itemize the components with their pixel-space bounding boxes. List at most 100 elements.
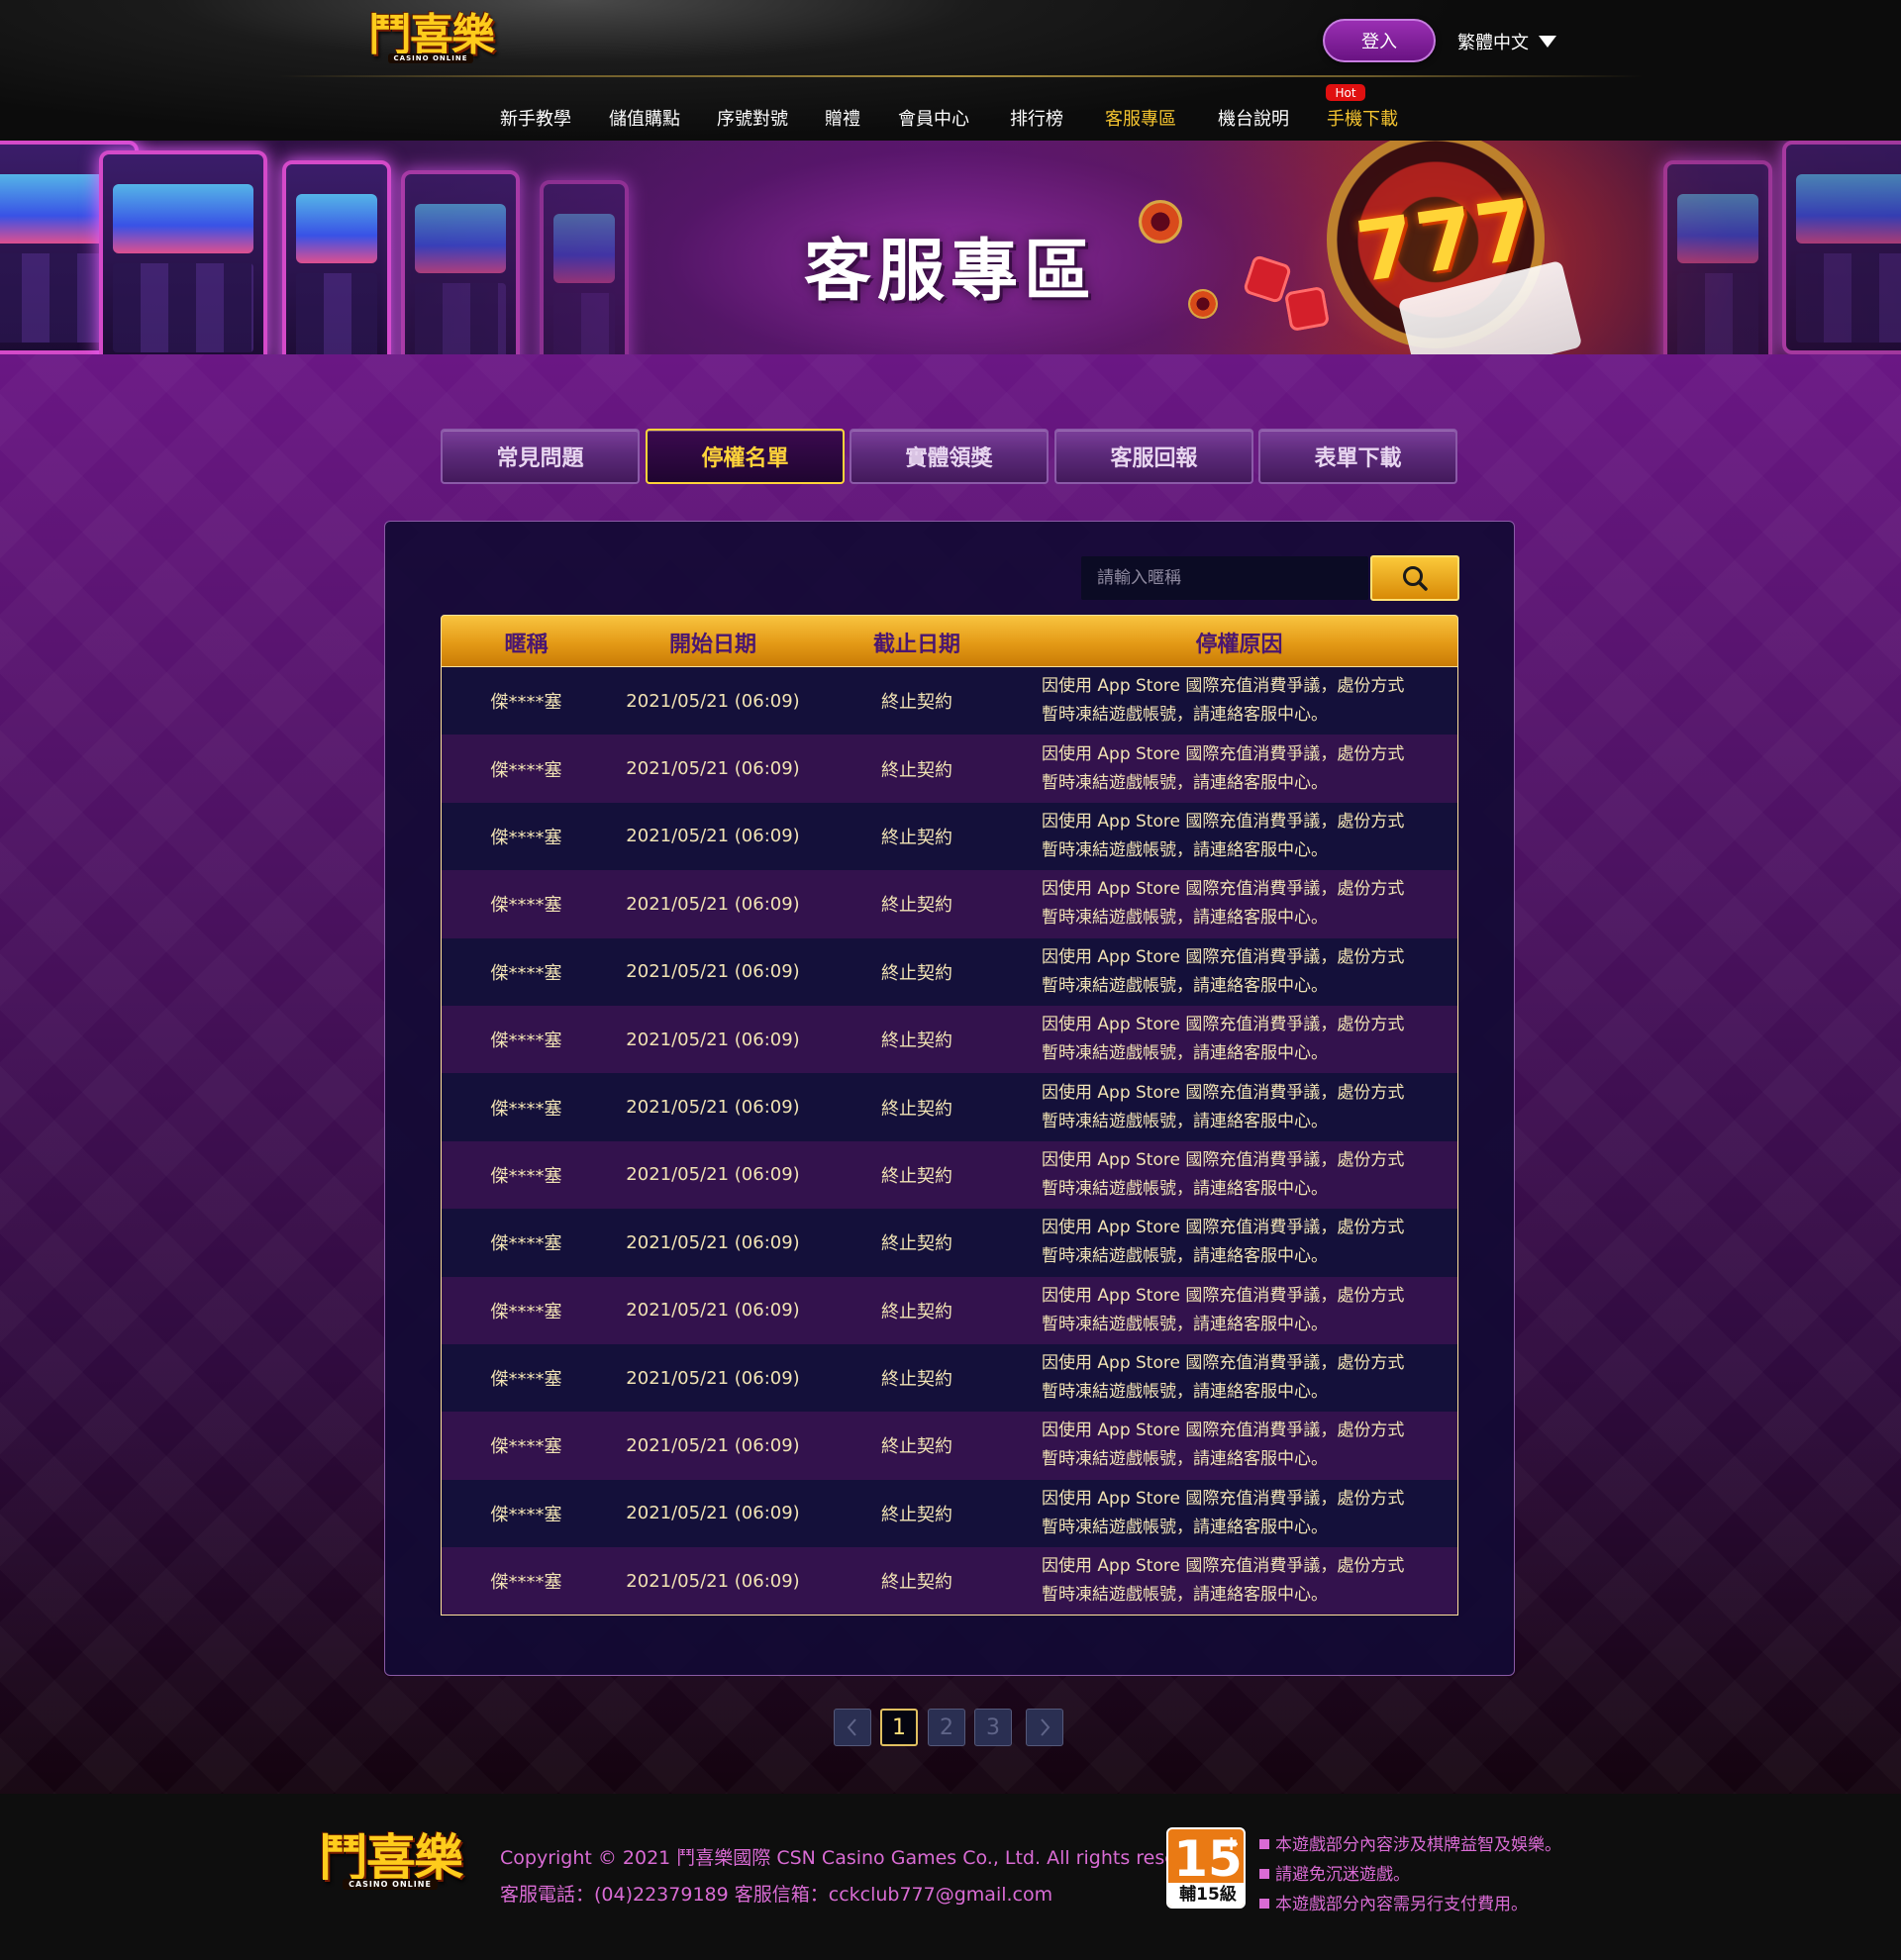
- nav-item-tutorial[interactable]: 新手教學: [500, 105, 571, 131]
- cell-start-date: 2021/05/21 (06:09): [626, 1164, 800, 1186]
- cell-end-date: 終止契約: [881, 1301, 952, 1323]
- cell-end-date: 終止契約: [881, 1165, 952, 1187]
- cell-nickname: 傑****塞: [490, 1098, 562, 1120]
- nav-item-serial[interactable]: 序號對號: [717, 105, 788, 131]
- cell-reason: 因使用 App Store 國際充值消費爭議，處份方式 暫時凍結遊戲帳號，請連絡…: [1042, 1421, 1405, 1470]
- nav-item-support[interactable]: 客服專區: [1105, 105, 1176, 131]
- previous-page-button[interactable]: [834, 1709, 871, 1746]
- column-header-reason: 停權原因: [1195, 632, 1283, 657]
- cell-nickname: 傑****塞: [490, 1436, 562, 1458]
- tab-faq[interactable]: 常見問題: [441, 429, 640, 484]
- cell-reason: 因使用 App Store 國際充值消費爭議，處份方式 暫時凍結遊戲帳號，請連絡…: [1042, 811, 1405, 860]
- column-header-end-date: 截止日期: [872, 632, 960, 657]
- cell-nickname: 傑****塞: [490, 1233, 562, 1255]
- nav-item-gift[interactable]: 贈禮: [825, 105, 860, 131]
- cell-reason: 因使用 App Store 國際充值消費爭議，處份方式 暫時凍結遊戲帳號，請連絡…: [1042, 1015, 1405, 1064]
- table-row: 傑****塞 2021/05/21 (06:09) 終止契約 因使用 App Stor…: [442, 1276, 1457, 1344]
- footer-note-text: 請避免沉迷遊戲。: [1275, 1865, 1410, 1885]
- page-title: 客服專區: [803, 233, 1097, 311]
- table-row: 傑****塞 2021/05/21 (06:09) 終止契約 因使用 App Stor…: [442, 1005, 1457, 1074]
- cell-end-date: 終止契約: [881, 962, 952, 984]
- cell-end-date: 終止契約: [881, 692, 952, 714]
- cell-start-date: 2021/05/21 (06:09): [626, 1029, 800, 1050]
- page-button-1[interactable]: 1: [880, 1709, 918, 1746]
- language-selector[interactable]: 繁體中文: [1457, 28, 1556, 55]
- search-icon: [1403, 566, 1428, 591]
- tab-support-report[interactable]: 客服回報: [1054, 429, 1253, 484]
- contact-info: 客服電話：(04)22379189 客服信箱：cckclub777@gmail.…: [500, 1884, 1053, 1906]
- cell-end-date: 終止契約: [881, 1233, 952, 1255]
- cell-reason: 因使用 App Store 國際充值消費爭議，處份方式 暫時凍結遊戲帳號，請連絡…: [1042, 1285, 1405, 1334]
- cell-end-date: 終止契約: [881, 1436, 952, 1458]
- tab-form-download[interactable]: 表單下載: [1258, 429, 1457, 484]
- cell-start-date: 2021/05/21 (06:09): [626, 1300, 800, 1322]
- nav-item-ranking[interactable]: 排行榜: [1010, 105, 1063, 131]
- tab-prize-claim[interactable]: 實體領獎: [850, 429, 1049, 484]
- next-page-button[interactable]: [1026, 1709, 1063, 1746]
- nav-item-machine-info[interactable]: 機台說明: [1218, 105, 1289, 131]
- chevron-left-icon: [847, 1718, 856, 1736]
- page-button-2[interactable]: 2: [928, 1709, 965, 1746]
- cell-nickname: 傑****塞: [490, 827, 562, 848]
- hot-badge: Hot: [1326, 84, 1365, 101]
- cell-start-date: 2021/05/21 (06:09): [626, 1097, 800, 1119]
- tab-suspension-list[interactable]: 停權名單: [646, 429, 845, 484]
- footer-note-text: 本遊戲部分內容需另行支付費用。: [1275, 1895, 1528, 1914]
- table-row: 傑****塞 2021/05/21 (06:09) 終止契約 因使用 App Stor…: [442, 1479, 1457, 1548]
- table-header: 暱稱 開始日期 截止日期 停權原因: [441, 615, 1458, 667]
- cell-end-date: 終止契約: [881, 827, 952, 848]
- logo-text: 鬥喜樂: [368, 10, 495, 60]
- nav-item-mobile-download[interactable]: 手機下載: [1327, 105, 1398, 131]
- search-button[interactable]: [1370, 555, 1459, 601]
- footer-logo-text: 鬥喜樂: [319, 1829, 463, 1887]
- nav-item-topup[interactable]: 儲值購點: [609, 105, 680, 131]
- cell-reason: 因使用 App Store 國際充值消費爭議，處份方式 暫時凍結遊戲帳號，請連絡…: [1042, 743, 1405, 793]
- rating-label: 輔15級: [1168, 1883, 1244, 1907]
- cell-start-date: 2021/05/21 (06:09): [626, 1570, 800, 1592]
- cell-start-date: 2021/05/21 (06:09): [626, 1434, 800, 1456]
- nickname-search-input[interactable]: [1081, 556, 1368, 600]
- footer-logo-subtext: CASINO ONLINE: [343, 1879, 438, 1890]
- table-row: 傑****塞 2021/05/21 (06:09) 終止契約 因使用 App Stor…: [442, 1209, 1457, 1277]
- cell-start-date: 2021/05/21 (06:09): [626, 826, 800, 847]
- cell-nickname: 傑****塞: [490, 962, 562, 984]
- cell-reason: 因使用 App Store 國際充值消費爭議，處份方式 暫時凍結遊戲帳號，請連絡…: [1042, 946, 1405, 996]
- page-button-3[interactable]: 3: [974, 1709, 1012, 1746]
- table-row: 傑****塞 2021/05/21 (06:09) 終止契約 因使用 App Stor…: [442, 937, 1457, 1006]
- main-nav: 新手教學 儲值購點 序號對號 贈禮 會員中心 排行榜 客服專區 機台說明 手機下…: [0, 105, 1901, 135]
- footer-note: 請避免沉迷遊戲。: [1259, 1860, 1410, 1885]
- cell-start-date: 2021/05/21 (06:09): [626, 1503, 800, 1524]
- hero-banner: 777 客服專區: [0, 141, 1901, 354]
- cell-nickname: 傑****塞: [490, 692, 562, 714]
- logo-subtext: CASINO ONLINE: [387, 53, 474, 63]
- table-row: 傑****塞 2021/05/21 (06:09) 終止契約 因使用 App Stor…: [442, 1343, 1457, 1413]
- site-logo[interactable]: 鬥喜樂 CASINO ONLINE: [368, 10, 495, 63]
- chevron-down-icon: [1539, 36, 1556, 48]
- footer: [0, 1794, 1901, 1960]
- cell-end-date: 終止契約: [881, 1098, 952, 1120]
- table-row: 傑****塞 2021/05/21 (06:09) 終止契約 因使用 App Stor…: [442, 667, 1457, 735]
- nav-item-member[interactable]: 會員中心: [898, 105, 969, 131]
- cell-reason: 因使用 App Store 國際充值消費爭議，處份方式 暫時凍結遊戲帳號，請連絡…: [1042, 676, 1405, 726]
- pagination: 1 2 3: [0, 1709, 1901, 1746]
- age-rating-badge: 15 + 輔15級: [1166, 1827, 1246, 1909]
- table-row: 傑****塞 2021/05/21 (06:09) 終止契約 因使用 App Stor…: [442, 1073, 1457, 1141]
- login-button[interactable]: 登入: [1323, 19, 1436, 62]
- cell-start-date: 2021/05/21 (06:09): [626, 758, 800, 780]
- cell-start-date: 2021/05/21 (06:09): [626, 961, 800, 983]
- column-header-nickname: 暱稱: [504, 632, 549, 657]
- cell-start-date: 2021/05/21 (06:09): [626, 1367, 800, 1389]
- cell-end-date: 終止契約: [881, 1369, 952, 1391]
- cell-start-date: 2021/05/21 (06:09): [626, 893, 800, 915]
- chevron-right-icon: [1041, 1718, 1051, 1736]
- table-body: 傑****塞 2021/05/21 (06:09) 終止契約 因使用 App Stor…: [441, 667, 1458, 1617]
- table-row: 傑****塞 2021/05/21 (06:09) 終止契約 因使用 App Stor…: [442, 735, 1457, 803]
- cell-reason: 因使用 App Store 國際充值消費爭議，處份方式 暫時凍結遊戲帳號，請連絡…: [1042, 1218, 1405, 1267]
- rating-plus: +: [1223, 1831, 1240, 1855]
- cell-reason: 因使用 App Store 國際充值消費爭議，處份方式 暫時凍結遊戲帳號，請連絡…: [1042, 1353, 1405, 1403]
- cell-reason: 因使用 App Store 國際充值消費爭議，處份方式 暫時凍結遊戲帳號，請連絡…: [1042, 1149, 1405, 1199]
- cell-nickname: 傑****塞: [490, 1030, 562, 1052]
- footer-logo: 鬥喜樂 CASINO ONLINE: [319, 1829, 463, 1890]
- cell-reason: 因使用 App Store 國際充值消費爭議，處份方式 暫時凍結遊戲帳號，請連絡…: [1042, 1556, 1405, 1606]
- cell-nickname: 傑****塞: [490, 1572, 562, 1594]
